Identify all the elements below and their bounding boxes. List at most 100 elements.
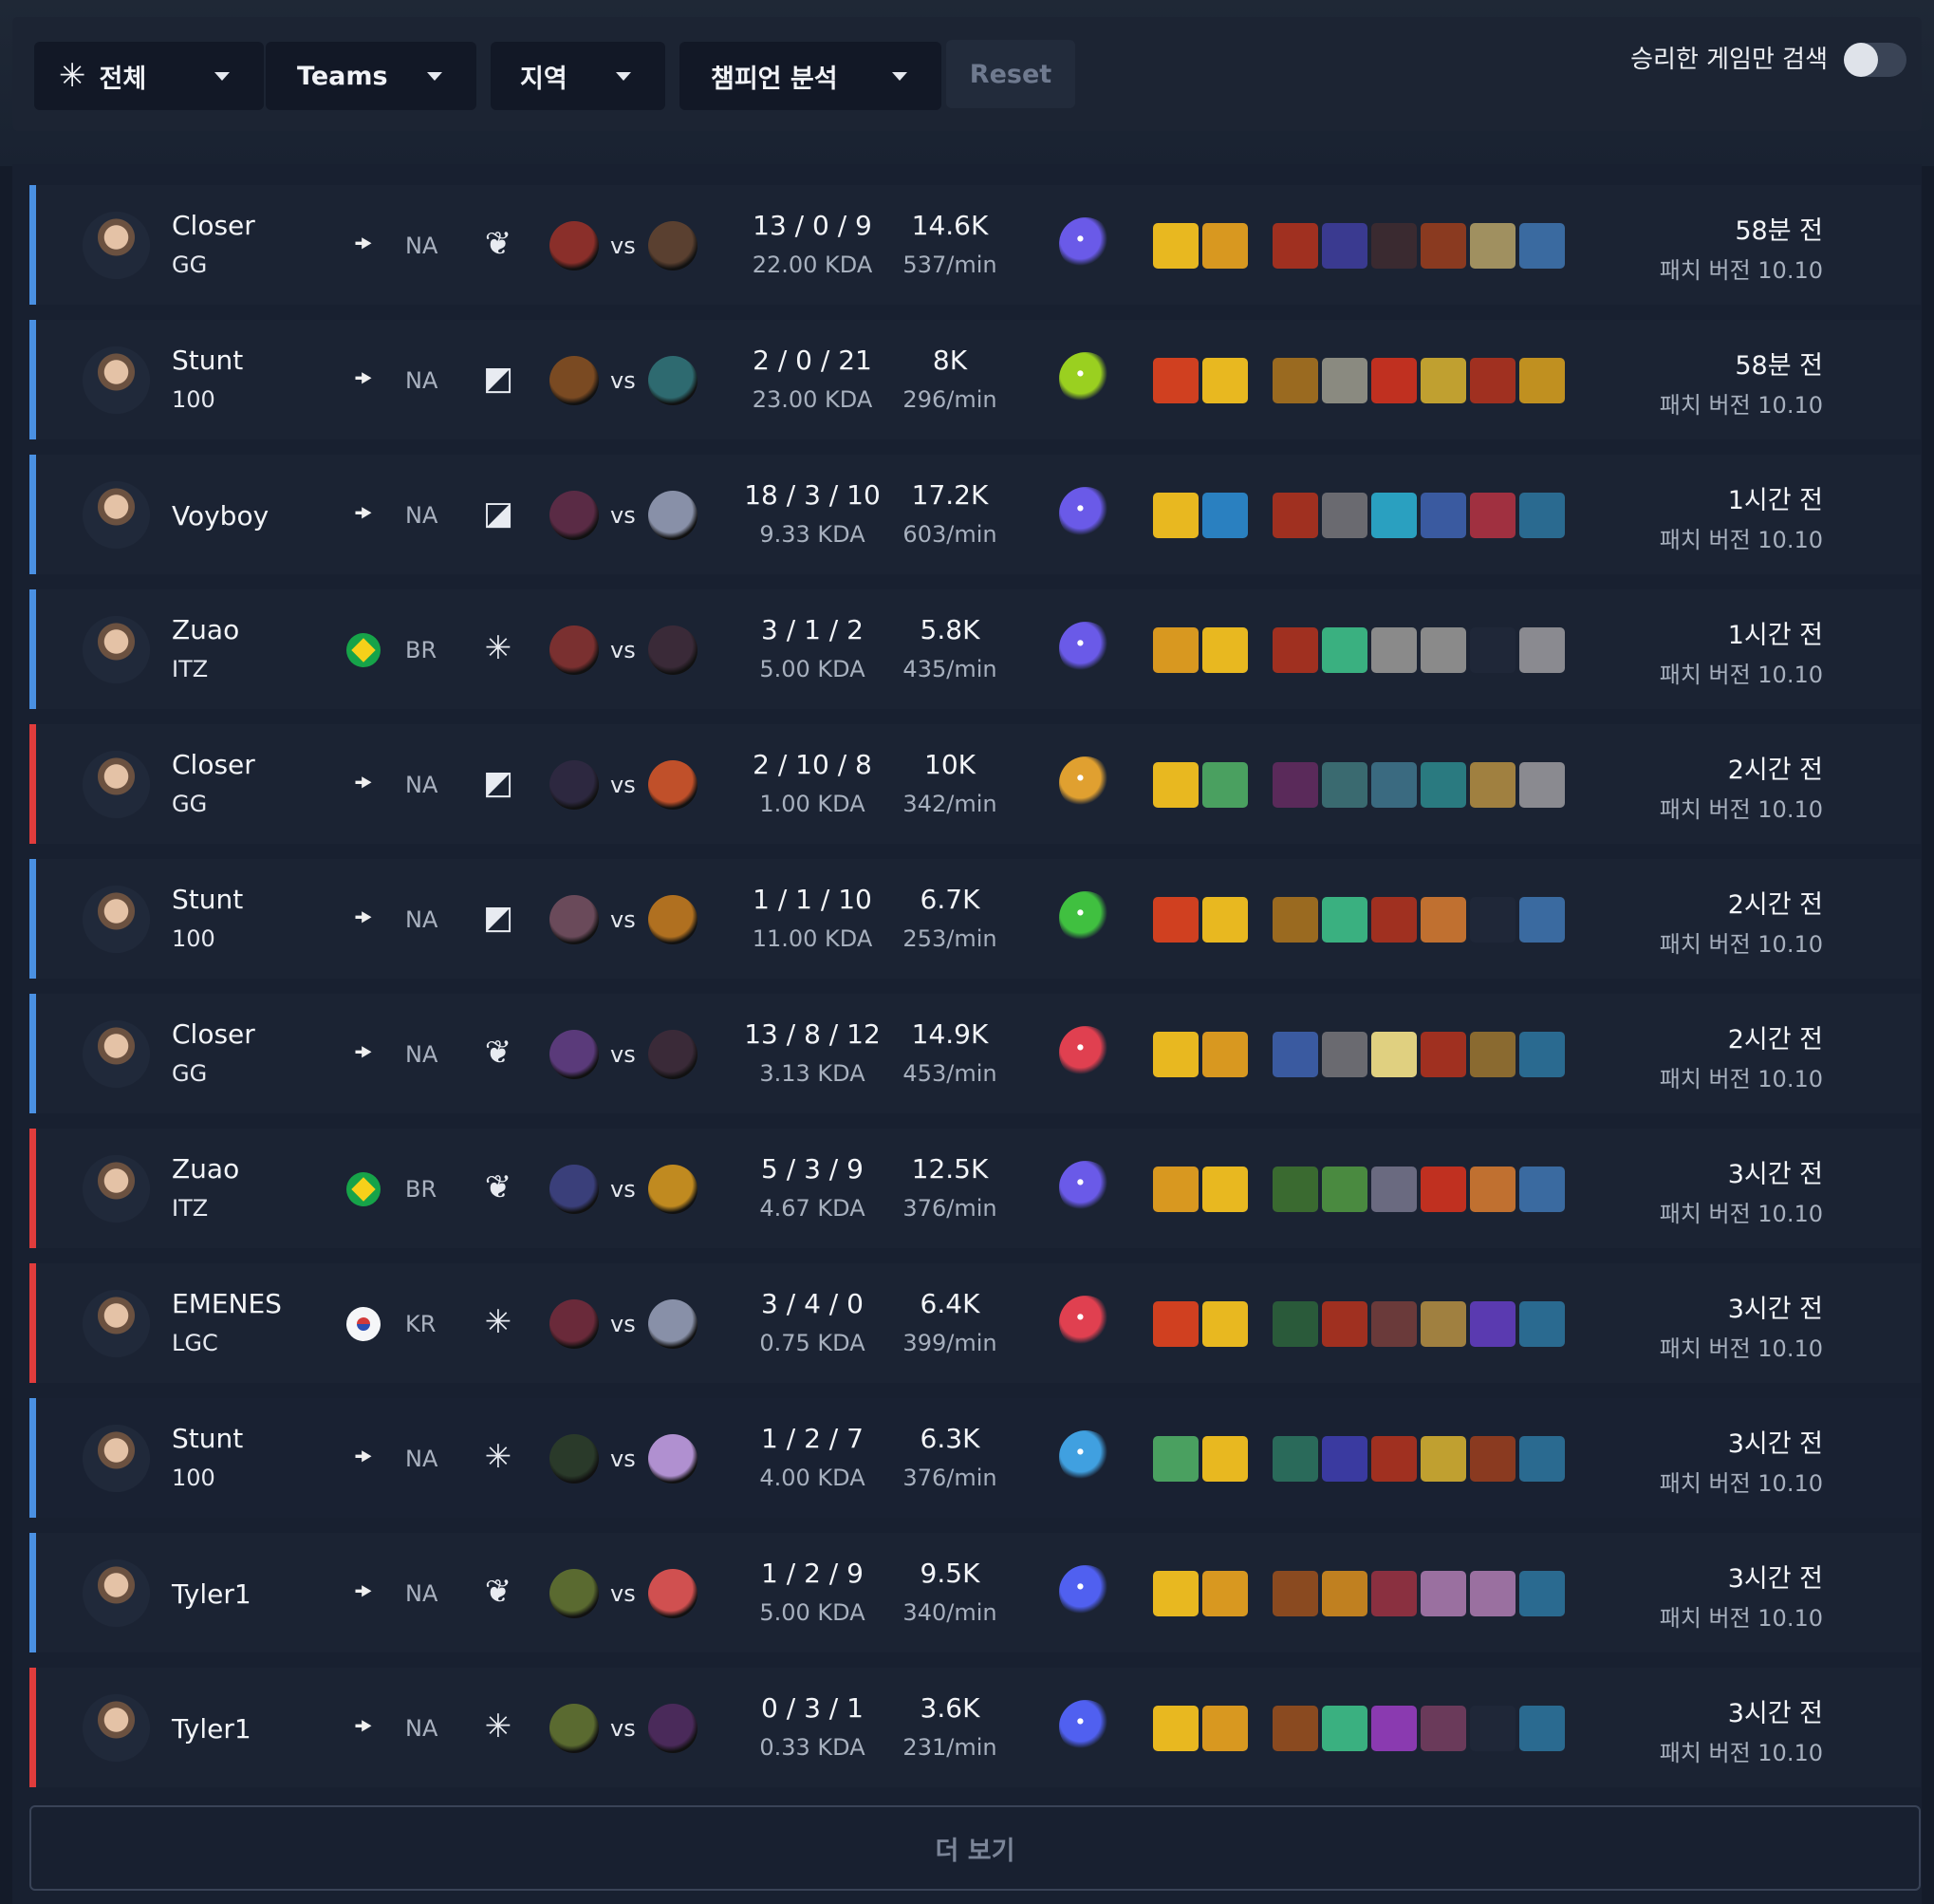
player-champion-icon[interactable] [549,1704,599,1753]
summoner-spell-icon[interactable] [1153,358,1199,403]
item-icon[interactable] [1322,1301,1367,1347]
reset-button[interactable]: Reset [946,40,1075,108]
item-icon[interactable] [1470,762,1516,808]
item-icon[interactable] [1371,1436,1417,1482]
match-row[interactable]: Stunt 100 🠞 NA ◩ vs 2 / 0 / 21 23.00 KDA… [29,320,1921,439]
player-name[interactable]: Closer [172,210,255,241]
match-row[interactable]: Stunt 100 🠞 NA ✳ vs 1 / 2 / 7 4.00 KDA 6… [29,1398,1921,1518]
summoner-spell-icon[interactable] [1153,1167,1199,1212]
summoner-spell-icon[interactable] [1153,1436,1199,1482]
item-icon[interactable] [1421,897,1466,943]
keystone-rune-icon[interactable] [1059,352,1112,405]
item-icon[interactable] [1519,1571,1565,1616]
item-icon[interactable] [1273,1167,1318,1212]
player-avatar[interactable] [83,1559,150,1627]
player-avatar[interactable] [83,481,150,549]
match-row[interactable]: Tyler1 🠞 NA ❦ vs 1 / 2 / 9 5.00 KDA 9.5K… [29,1533,1921,1652]
player-avatar[interactable] [83,346,150,414]
wins-only-toggle[interactable] [1844,43,1906,77]
item-icon[interactable] [1470,1571,1516,1616]
item-icon[interactable] [1519,1032,1565,1077]
item-icon[interactable] [1519,223,1565,269]
item-icon[interactable] [1273,358,1318,403]
item-icon[interactable] [1273,223,1318,269]
item-icon[interactable] [1371,1571,1417,1616]
summoner-spell-icon[interactable] [1202,762,1248,808]
keystone-rune-icon[interactable] [1059,217,1112,271]
summoner-spell-icon[interactable] [1202,627,1248,673]
player-name[interactable]: Voyboy [172,500,269,532]
player-name[interactable]: Zuao [172,1153,239,1185]
item-icon[interactable] [1273,1032,1318,1077]
item-icon[interactable] [1470,223,1516,269]
item-icon[interactable] [1322,627,1367,673]
player-champion-icon[interactable] [549,1030,599,1079]
item-icon[interactable] [1371,358,1417,403]
player-champion-icon[interactable] [549,491,599,540]
item-icon[interactable] [1519,1436,1565,1482]
all-roles-filter[interactable]: ✳ 전체 [34,42,264,110]
summoner-spell-icon[interactable] [1153,627,1199,673]
item-icon[interactable] [1470,493,1516,538]
player-champion-icon[interactable] [549,1434,599,1484]
player-champion-icon[interactable] [549,625,599,675]
opponent-champion-icon[interactable] [648,356,697,405]
item-icon[interactable] [1322,1167,1367,1212]
item-icon[interactable] [1322,1032,1367,1077]
keystone-rune-icon[interactable] [1059,1565,1112,1618]
item-icon[interactable] [1421,1436,1466,1482]
item-icon[interactable] [1421,358,1466,403]
player-name[interactable]: Zuao [172,614,239,645]
keystone-rune-icon[interactable] [1059,1700,1112,1753]
item-icon[interactable] [1322,223,1367,269]
item-icon[interactable] [1273,897,1318,943]
item-icon[interactable] [1470,1032,1516,1077]
player-name[interactable]: Stunt [172,1423,243,1454]
item-icon[interactable] [1519,1706,1565,1751]
match-row[interactable]: Closer GG 🠞 NA ❦ vs 13 / 0 / 9 22.00 KDA… [29,185,1921,305]
opponent-champion-icon[interactable] [648,221,697,271]
match-row[interactable]: Closer GG 🠞 NA ❦ vs 13 / 8 / 12 3.13 KDA… [29,994,1921,1113]
item-icon[interactable] [1273,1301,1318,1347]
player-avatar[interactable] [83,616,150,683]
teams-filter[interactable]: Teams [266,42,476,110]
item-icon[interactable] [1371,897,1417,943]
item-icon[interactable] [1519,358,1565,403]
item-icon[interactable] [1371,762,1417,808]
item-icon[interactable] [1371,1301,1417,1347]
summoner-spell-icon[interactable] [1202,223,1248,269]
item-icon[interactable] [1322,1706,1367,1751]
item-icon[interactable] [1371,493,1417,538]
champion-analysis-filter[interactable]: 챔피언 분석 [679,42,941,110]
opponent-champion-icon[interactable] [648,760,697,810]
item-icon[interactable] [1322,493,1367,538]
summoner-spell-icon[interactable] [1202,1032,1248,1077]
summoner-spell-icon[interactable] [1153,493,1199,538]
match-row[interactable]: Stunt 100 🠞 NA ◩ vs 1 / 1 / 10 11.00 KDA… [29,859,1921,979]
item-icon[interactable] [1519,1167,1565,1212]
player-name[interactable]: Tyler1 [172,1578,251,1610]
opponent-champion-icon[interactable] [648,1030,697,1079]
opponent-champion-icon[interactable] [648,491,697,540]
player-name[interactable]: Stunt [172,884,243,915]
player-avatar[interactable] [83,212,150,279]
item-icon[interactable] [1421,1301,1466,1347]
match-row[interactable]: Zuao ITZ BR ❦ vs 5 / 3 / 9 4.67 KDA 12.5… [29,1129,1921,1248]
item-icon[interactable] [1421,493,1466,538]
player-avatar[interactable] [83,1425,150,1492]
player-avatar[interactable] [83,1290,150,1357]
keystone-rune-icon[interactable] [1059,1296,1112,1349]
match-row[interactable]: Voyboy 🠞 NA ◪ vs 18 / 3 / 10 9.33 KDA 17… [29,455,1921,574]
item-icon[interactable] [1519,897,1565,943]
summoner-spell-icon[interactable] [1153,762,1199,808]
keystone-rune-icon[interactable] [1059,891,1112,944]
item-icon[interactable] [1273,493,1318,538]
opponent-champion-icon[interactable] [648,1165,697,1214]
player-avatar[interactable] [83,1020,150,1088]
player-name[interactable]: Tyler1 [172,1713,251,1745]
player-champion-icon[interactable] [549,1165,599,1214]
item-icon[interactable] [1371,1032,1417,1077]
match-row[interactable]: EMENES LGC KR ✳ vs 3 / 4 / 0 0.75 KDA 6.… [29,1263,1921,1383]
item-icon[interactable] [1273,1436,1318,1482]
summoner-spell-icon[interactable] [1202,897,1248,943]
